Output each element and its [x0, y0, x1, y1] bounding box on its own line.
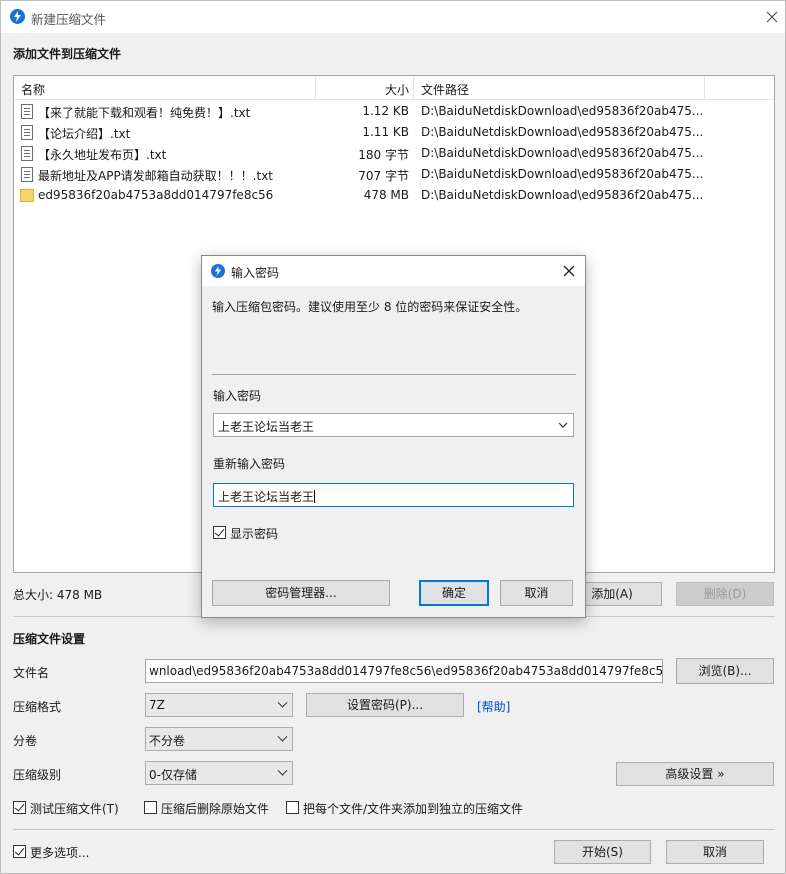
- folder-icon: [20, 189, 34, 202]
- column-divider[interactable]: [413, 76, 414, 99]
- separate-archives-checkbox[interactable]: 把每个文件/文件夹添加到独立的压缩文件: [286, 800, 536, 816]
- file-size: 1.11 KB: [362, 125, 409, 139]
- confirm-password-value: 上老王论坛当老王: [218, 490, 315, 504]
- test-archive-checkbox[interactable]: 测试压缩文件(T): [13, 800, 133, 816]
- split-select[interactable]: 不分卷: [145, 727, 293, 751]
- text-file-icon: [21, 125, 33, 140]
- file-size: 707 字节: [358, 169, 409, 183]
- checkbox-label: 压缩后删除原始文件: [161, 802, 270, 816]
- list-item[interactable]: 【永久地址发布页】.txt 180 字节 D:\BaiduNetdiskDown…: [14, 143, 774, 164]
- checkbox-label: 测试压缩文件(T): [30, 802, 119, 816]
- list-item[interactable]: 【论坛介绍】.txt 1.11 KB D:\BaiduNetdiskDownlo…: [14, 122, 774, 143]
- password-manager-button[interactable]: 密码管理器...: [212, 580, 390, 606]
- divider: [212, 374, 576, 375]
- checkbox-label: 显示密码: [230, 527, 279, 541]
- chevron-down-icon[interactable]: [558, 422, 568, 428]
- more-options-checkbox[interactable]: 更多选项...: [13, 844, 103, 860]
- title-bar: 新建压缩文件: [1, 1, 785, 33]
- settings-section-title: 压缩文件设置: [13, 632, 86, 646]
- app-logo-icon: [211, 264, 225, 278]
- help-link[interactable]: [帮助]: [477, 698, 510, 715]
- checkbox-box[interactable]: [213, 526, 226, 539]
- password-label: 输入密码: [213, 389, 262, 403]
- confirm-password-label: 重新输入密码: [213, 457, 286, 471]
- filename-field[interactable]: wnload\ed95836f20ab4753a8dd014797fe8c56\…: [145, 659, 663, 683]
- close-icon[interactable]: [761, 6, 783, 28]
- browse-button[interactable]: 浏览(B)...: [676, 658, 774, 684]
- level-value: 0-仅存储: [149, 768, 197, 782]
- advanced-settings-button[interactable]: 高级设置 »: [616, 762, 774, 786]
- list-item[interactable]: ed95836f20ab4753a8dd014797fe8c56 478 MB …: [14, 185, 774, 206]
- dialog-message: 输入压缩包密码。建议使用至少 8 位的密码来保证安全性。: [212, 300, 528, 314]
- password-input[interactable]: 上老王论坛当老王: [213, 413, 574, 437]
- chevron-down-icon: [277, 731, 288, 742]
- file-size: 180 字节: [358, 148, 409, 162]
- set-password-button[interactable]: 设置密码(P)...: [306, 693, 464, 717]
- file-size: 478 MB: [363, 188, 409, 202]
- chevron-down-icon: [277, 765, 288, 776]
- checkbox-label: 把每个文件/文件夹添加到独立的压缩文件: [303, 802, 524, 816]
- checkbox-box[interactable]: [144, 801, 157, 814]
- file-name: 【来了就能下载和观看！纯免费！】.txt: [38, 106, 251, 120]
- file-path: D:\BaiduNetdiskDownload\ed95836f20ab475.…: [421, 146, 704, 160]
- file-path: D:\BaiduNetdiskDownload\ed95836f20ab475.…: [421, 104, 704, 118]
- format-select[interactable]: 7Z: [145, 693, 293, 717]
- file-list-header: 名称 大小 文件路径: [14, 76, 774, 100]
- column-divider[interactable]: [315, 76, 316, 99]
- checkbox-box[interactable]: [13, 845, 26, 858]
- text-caret: [314, 490, 316, 503]
- password-dialog: 输入密码 输入压缩包密码。建议使用至少 8 位的密码来保证安全性。 输入密码 上…: [201, 255, 586, 618]
- column-header-size[interactable]: 大小: [385, 81, 409, 98]
- chevron-down-icon: [277, 697, 288, 708]
- file-path: D:\BaiduNetdiskDownload\ed95836f20ab475.…: [421, 188, 704, 202]
- split-value: 不分卷: [149, 734, 186, 748]
- file-path: D:\BaiduNetdiskDownload\ed95836f20ab475.…: [421, 167, 704, 181]
- file-path: D:\BaiduNetdiskDownload\ed95836f20ab475.…: [421, 125, 704, 139]
- checkbox-box[interactable]: [286, 801, 299, 814]
- column-divider[interactable]: [704, 76, 705, 99]
- text-file-icon: [21, 146, 33, 161]
- confirm-password-input[interactable]: 上老王论坛当老王: [213, 483, 574, 507]
- add-section-title: 添加文件到压缩文件: [13, 47, 122, 61]
- close-icon[interactable]: [560, 262, 578, 280]
- file-name: 最新地址及APP请发邮箱自动获取！！！.txt: [38, 169, 274, 183]
- dialog-cancel-button[interactable]: 取消: [500, 580, 573, 606]
- filename-label: 文件名: [13, 666, 50, 680]
- text-file-icon: [21, 104, 33, 119]
- file-name: ed95836f20ab4753a8dd014797fe8c56: [38, 188, 274, 202]
- ok-button[interactable]: 确定: [419, 580, 489, 606]
- file-name: 【永久地址发布页】.txt: [38, 148, 167, 162]
- checkbox-label: 更多选项...: [30, 846, 90, 860]
- level-select[interactable]: 0-仅存储: [145, 761, 293, 785]
- level-label: 压缩级别: [13, 768, 62, 782]
- list-item[interactable]: 【来了就能下载和观看！纯免费！】.txt 1.12 KB D:\BaiduNet…: [14, 101, 774, 122]
- window-title: 新建压缩文件: [31, 12, 107, 27]
- show-password-checkbox[interactable]: 显示密码: [213, 525, 293, 541]
- cancel-button[interactable]: 取消: [666, 840, 764, 864]
- file-size: 1.12 KB: [362, 104, 409, 118]
- column-header-name[interactable]: 名称: [21, 81, 45, 98]
- delete-source-checkbox[interactable]: 压缩后删除原始文件: [144, 800, 279, 816]
- app-logo-icon: [10, 9, 25, 24]
- delete-button[interactable]: 删除(D): [676, 582, 774, 606]
- text-file-icon: [21, 167, 33, 182]
- format-value: 7Z: [149, 698, 165, 712]
- file-name: 【论坛介绍】.txt: [38, 127, 131, 141]
- list-item[interactable]: 最新地址及APP请发邮箱自动获取！！！.txt 707 字节 D:\BaiduN…: [14, 164, 774, 185]
- dialog-title: 输入密码: [231, 266, 280, 280]
- checkbox-box[interactable]: [13, 801, 26, 814]
- column-header-path[interactable]: 文件路径: [421, 81, 469, 98]
- dialog-title-bar: 输入密码: [202, 256, 585, 286]
- total-size: 总大小: 478 MB: [13, 588, 103, 602]
- divider: [13, 829, 775, 830]
- password-value: 上老王论坛当老王: [218, 420, 315, 434]
- start-button[interactable]: 开始(S): [554, 840, 651, 864]
- format-label: 压缩格式: [13, 700, 62, 714]
- split-label: 分卷: [13, 734, 38, 748]
